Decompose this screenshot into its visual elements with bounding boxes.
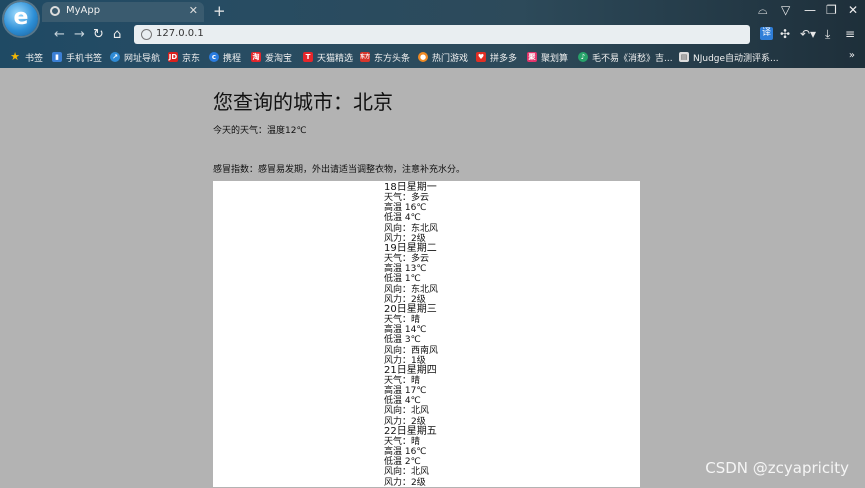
forecast-high: 高温 16℃ bbox=[384, 447, 427, 458]
forecast-wind-direction: 风向：西南风 bbox=[384, 345, 439, 356]
page-content: 您查询的城市：北京 今天的天气：温度12℃ 感冒指数：感冒易发期，外出请适当调整… bbox=[0, 68, 865, 488]
bookmark-item[interactable]: ● 热门游戏 bbox=[418, 50, 468, 64]
today-weather: 今天的天气：温度12℃ bbox=[213, 126, 307, 136]
juhuasuan-icon: 聚 bbox=[527, 52, 537, 62]
bookmark-label: 拼多多 bbox=[490, 53, 518, 64]
forecast-day: 22日星期五 bbox=[384, 425, 437, 437]
watermark: CSDN @zcyapricity bbox=[705, 459, 849, 477]
bookmark-item[interactable]: ♥ 拼多多 bbox=[476, 50, 517, 64]
bookmark-label: 东方头条 bbox=[374, 53, 411, 64]
forecast-wind-force: 风力：2级 bbox=[384, 477, 426, 488]
bookmark-item[interactable]: JD 京东 bbox=[168, 50, 200, 64]
bookmark-label: 京东 bbox=[182, 53, 201, 64]
bookmark-item[interactable]: ♪ 毛不易《消愁》吉... bbox=[578, 50, 673, 64]
bookmark-item[interactable]: c 携程 bbox=[209, 50, 241, 64]
forecast-wind-direction: 风向：北风 bbox=[384, 406, 430, 417]
close-window-icon[interactable]: ✕ bbox=[848, 3, 858, 17]
bookmark-label: 网址导航 bbox=[124, 53, 161, 64]
security-info-icon[interactable] bbox=[141, 29, 152, 40]
cold-index: 感冒指数：感冒易发期，外出请适当调整衣物，注意补充水分。 bbox=[213, 165, 466, 175]
close-icon[interactable]: ✕ bbox=[189, 4, 198, 17]
music-icon: ♪ bbox=[578, 52, 588, 62]
address-bar[interactable]: 127.0.0.1 bbox=[134, 25, 750, 44]
tab-myapp[interactable]: MyApp ✕ bbox=[42, 2, 204, 22]
bookmark-label: 书签 bbox=[25, 53, 44, 64]
shirt-icon[interactable]: ▽ bbox=[781, 3, 790, 17]
forecast-day: 20日星期三 bbox=[384, 303, 437, 315]
bookmark-label: 毛不易《消愁》吉... bbox=[592, 53, 673, 64]
bookmark-item[interactable]: ↗ 网址导航 bbox=[110, 50, 160, 64]
tab-favicon-icon bbox=[50, 6, 60, 16]
bookmark-label: 爱淘宝 bbox=[265, 53, 293, 64]
bookmark-item[interactable]: T 天猫精选 bbox=[303, 50, 353, 64]
forecast-low: 低温 3℃ bbox=[384, 335, 421, 346]
restore-icon[interactable]: ❐ bbox=[826, 3, 837, 17]
forecast-high: 高温 16℃ bbox=[384, 203, 427, 214]
menu-icon[interactable]: ≡ bbox=[845, 27, 855, 41]
download-icon[interactable]: ⤓ bbox=[825, 27, 830, 42]
forecast-weather: 天气：多云 bbox=[384, 254, 430, 265]
bookmark-label: 聚划算 bbox=[541, 53, 569, 64]
bookmark-item[interactable]: ★ 书签 bbox=[9, 50, 43, 64]
bookmark-item[interactable]: 聚 聚划算 bbox=[527, 50, 568, 64]
star-icon: ★ bbox=[10, 50, 20, 63]
bookmark-item[interactable]: 淘 爱淘宝 bbox=[251, 50, 292, 64]
bookmarks-bar: ★ 书签 ▮ 手机书签 ↗ 网址导航 JD 京东 c 携程 淘 爱淘宝 T 天猫… bbox=[0, 46, 865, 68]
reload-icon[interactable]: ↻ bbox=[93, 27, 104, 42]
page-title: 您查询的城市：北京 bbox=[213, 90, 393, 114]
bookmark-item[interactable]: 东方 东方头条 bbox=[360, 50, 410, 64]
forecast-day: 19日星期二 bbox=[384, 242, 437, 254]
forecast-weather: 天气：晴 bbox=[384, 315, 421, 326]
forecast-weather: 天气：晴 bbox=[384, 375, 421, 386]
bookmark-item[interactable]: ▮ 手机书签 bbox=[52, 50, 102, 64]
bookmark-item[interactable]: ▤ NJudge自动测评系... bbox=[679, 50, 779, 64]
phone-bookmark-icon: ▮ bbox=[52, 52, 62, 62]
forecast-panel: 18日星期一 天气：多云 高温 16℃ 低温 4℃ 风向：东北风 风力：2级 1… bbox=[213, 181, 640, 488]
forecast-high: 高温 17℃ bbox=[384, 386, 427, 397]
forecast-wind-direction: 风向：北风 bbox=[384, 467, 430, 478]
extension-icon[interactable]: ✣ bbox=[780, 27, 790, 41]
game-icon: ● bbox=[418, 52, 428, 62]
dftt-icon: 东方 bbox=[360, 52, 371, 62]
forward-icon[interactable]: → bbox=[74, 27, 85, 42]
back-icon[interactable]: ← bbox=[54, 27, 65, 42]
forecast-low: 低温 1℃ bbox=[384, 274, 421, 285]
ctrip-icon: c bbox=[209, 52, 219, 62]
forecast-low: 低温 2℃ bbox=[384, 457, 421, 468]
new-tab-icon[interactable]: + bbox=[213, 2, 226, 20]
bookmark-label: 天猫精选 bbox=[317, 53, 354, 64]
minimize-icon[interactable]: — bbox=[804, 3, 816, 17]
forecast-list: 18日星期一 天气：多云 高温 16℃ 低温 4℃ 风向：东北风 风力：2级 1… bbox=[384, 182, 604, 488]
bookmark-label: NJudge自动测评系... bbox=[693, 53, 779, 64]
mask-icon[interactable]: ⌓ bbox=[758, 3, 768, 18]
bookmark-label: 携程 bbox=[223, 53, 242, 64]
jd-icon: JD bbox=[168, 52, 178, 62]
forecast-weather: 天气：多云 bbox=[384, 193, 430, 204]
forecast-day: 18日星期一 bbox=[384, 182, 437, 193]
bookmarks-overflow-icon[interactable]: » bbox=[849, 50, 855, 61]
url-text[interactable]: 127.0.0.1 bbox=[156, 28, 204, 39]
home-icon[interactable]: ⌂ bbox=[113, 27, 121, 42]
forecast-low: 低温 4℃ bbox=[384, 213, 421, 224]
nav-icon: ↗ bbox=[110, 52, 120, 62]
undo-icon[interactable]: ↶▾ bbox=[800, 27, 816, 41]
tmall-icon: T bbox=[303, 52, 313, 62]
aitaobao-icon: 淘 bbox=[251, 52, 261, 62]
forecast-day: 21日星期四 bbox=[384, 364, 437, 376]
translate-icon[interactable]: 译 bbox=[760, 27, 773, 40]
pdd-icon: ♥ bbox=[476, 52, 486, 62]
forecast-wind-direction: 风向：东北风 bbox=[384, 223, 439, 234]
browser-logo-icon[interactable]: e bbox=[4, 2, 38, 36]
forecast-high: 高温 13℃ bbox=[384, 264, 427, 275]
browser-chrome: e MyApp ✕ + ⌓ ▽ — ❐ ✕ ← → ↻ ⌂ 127.0.0.1 … bbox=[0, 0, 865, 68]
forecast-weather: 天气：晴 bbox=[384, 436, 421, 447]
bookmark-label: 手机书签 bbox=[66, 53, 103, 64]
page-icon: ▤ bbox=[679, 52, 689, 62]
forecast-high: 高温 14℃ bbox=[384, 325, 427, 336]
tab-title: MyApp bbox=[66, 5, 101, 16]
forecast-low: 低温 4℃ bbox=[384, 396, 421, 407]
forecast-wind-direction: 风向：东北风 bbox=[384, 284, 439, 295]
bookmark-label: 热门游戏 bbox=[432, 53, 469, 64]
